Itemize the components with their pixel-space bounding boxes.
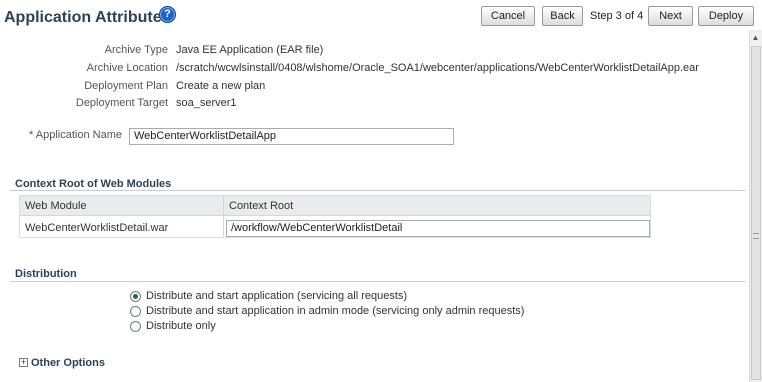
deployment-target-value: soa_server1 <box>176 97 237 109</box>
radio-distribute-admin-mode[interactable] <box>130 306 141 317</box>
archive-type-label: Archive Type <box>104 44 168 56</box>
deployment-plan-label: Deployment Plan <box>84 80 168 92</box>
next-button[interactable]: Next <box>648 6 693 26</box>
web-module-cell: WebCenterWorklistDetail.war <box>25 222 169 234</box>
plus-icon[interactable]: + <box>19 358 28 367</box>
application-name-label: * Application Name <box>29 129 122 141</box>
radio-label-distribute-admin-mode[interactable]: Distribute and start application in admi… <box>146 305 524 317</box>
column-header-web-module: Web Module <box>25 200 87 212</box>
archive-location-value: /scratch/wcwlsinstall/0408/wlshome/Oracl… <box>176 62 699 74</box>
back-button[interactable]: Back <box>542 6 583 26</box>
deploy-button[interactable]: Deploy <box>698 6 754 26</box>
help-icon[interactable]: ? <box>159 6 176 23</box>
archive-location-label: Archive Location <box>86 62 168 74</box>
deployment-plan-value: Create a new plan <box>176 80 266 92</box>
scroll-grip <box>753 233 759 239</box>
other-options-toggle[interactable]: Other Options <box>31 357 105 369</box>
radio-selected-dot <box>133 294 138 299</box>
distribution-section-title: Distribution <box>15 268 77 280</box>
column-header-context-root: Context Root <box>229 200 294 212</box>
scroll-thumb[interactable] <box>751 46 761 380</box>
archive-type-value: Java EE Application (EAR file) <box>176 44 324 56</box>
radio-label-distribute-and-start[interactable]: Distribute and start application (servic… <box>146 290 407 302</box>
cancel-button[interactable]: Cancel <box>481 6 535 26</box>
context-root-section-title: Context Root of Web Modules <box>15 178 172 190</box>
application-name-field[interactable]: WebCenterWorklistDetailApp <box>129 128 454 145</box>
context-root-field[interactable]: /workflow/WebCenterWorklistDetail <box>226 220 650 237</box>
page-title: Application Attributes <box>4 9 171 26</box>
radio-distribute-and-start[interactable] <box>130 291 141 302</box>
context-root-table-header <box>20 196 650 216</box>
column-divider <box>223 196 224 237</box>
section-divider <box>10 281 746 282</box>
radio-label-distribute-only[interactable]: Distribute only <box>146 320 216 332</box>
scroll-up-arrow-icon[interactable]: ▲ <box>750 32 761 43</box>
deployment-target-label: Deployment Target <box>75 97 168 109</box>
section-divider <box>10 190 746 191</box>
step-indicator: Step 3 of 4 <box>590 10 644 22</box>
radio-distribute-only[interactable] <box>130 321 141 332</box>
